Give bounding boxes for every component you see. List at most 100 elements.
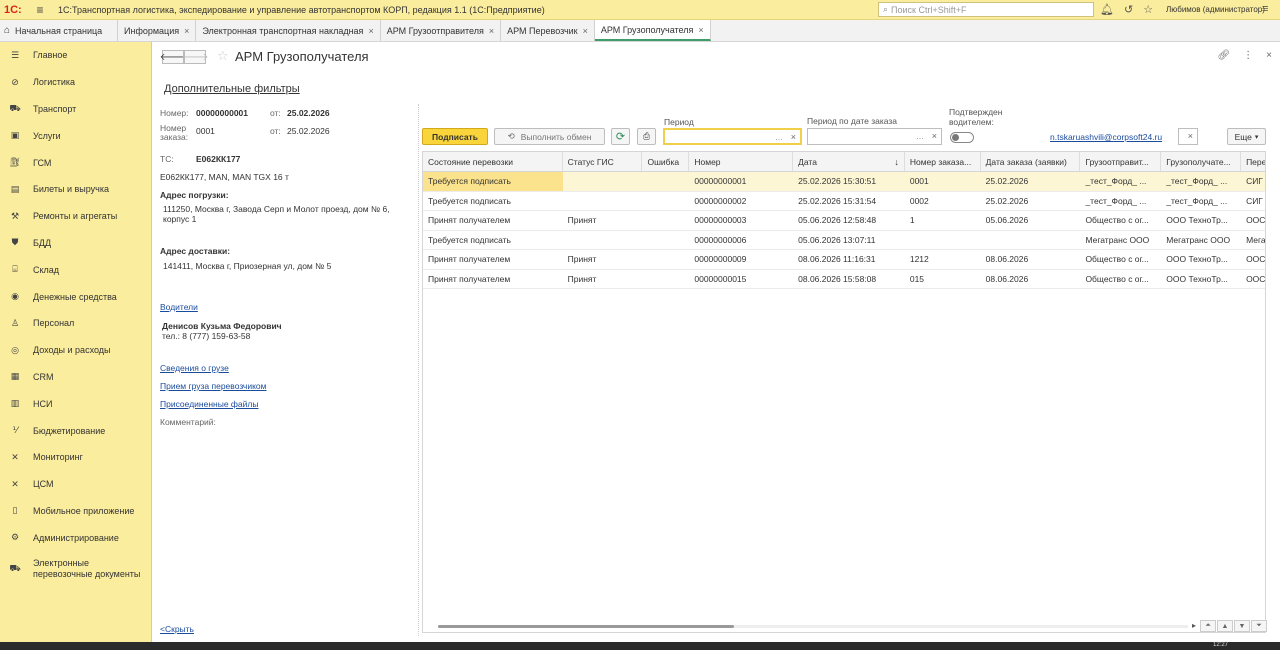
column-header[interactable]: Состояние перевозки — [423, 152, 563, 171]
column-header-date[interactable]: Дата ↓ — [793, 152, 905, 171]
email-link[interactable]: n.tskaruashvili@corpsoft24.ru — [1050, 132, 1162, 142]
sidebar-item-monitoring[interactable]: ✕ Мониторинг — [0, 444, 151, 471]
sidebar-item-bdd[interactable]: ⛊ БДД — [0, 230, 151, 257]
cargo-info-link[interactable]: Сведения о грузе — [160, 363, 229, 373]
close-icon[interactable]: × — [184, 26, 189, 36]
page-title: АРМ Грузополучателя — [235, 49, 369, 64]
panel-splitter[interactable] — [418, 104, 419, 636]
link-icon[interactable]: 🔗︎ — [1217, 50, 1230, 61]
book-icon: ▥ — [10, 398, 20, 409]
close-icon[interactable]: × — [698, 25, 703, 35]
tab-information[interactable]: Информация × — [118, 20, 197, 41]
sidebar-item-edocs[interactable]: ⛟ Электронные перевозочные документы — [0, 551, 151, 587]
sidebar-item-repairs[interactable]: ⚒ Ремонты и агрегаты — [0, 203, 151, 230]
next-page-icon[interactable]: ▼ — [1234, 620, 1250, 632]
table-cell: 00000000015 — [694, 273, 747, 284]
sidebar-item-admin[interactable]: ⚙ Администрирование — [0, 524, 151, 551]
sidebar-item-csm[interactable]: ✕ ЦСМ — [0, 471, 151, 498]
prev-page-icon[interactable]: ▲ — [1217, 620, 1233, 632]
table-row[interactable]: Требуется подписать 00000000006 05.06.2026… — [423, 231, 1265, 250]
favorite-star-icon[interactable]: ☆ — [217, 48, 229, 64]
table-row[interactable]: Принят получателем Принят 00000000015 08.06… — [423, 270, 1265, 289]
user-menu-icon[interactable]: ≡ — [1262, 3, 1268, 15]
app-logo: 1С: — [4, 3, 22, 16]
sidebar-item-budget[interactable]: ⅟ Бюджетирование — [0, 417, 151, 444]
horizontal-scrollbar[interactable]: ▸ — [422, 620, 1196, 632]
tab-home[interactable]: ⌂ Начальная страница — [0, 20, 118, 41]
history-icon[interactable]: ↺ — [1124, 3, 1133, 16]
close-window-icon[interactable]: × — [1266, 50, 1272, 61]
more-button[interactable]: Еще ▾ — [1227, 128, 1266, 145]
close-icon[interactable]: × — [583, 26, 588, 36]
table-cell: _тест_Форд_ ... — [1085, 176, 1147, 187]
refresh-button[interactable]: ⟳ — [611, 128, 630, 145]
table-row[interactable]: Принят получателем Принят 00000000009 08.06… — [423, 250, 1265, 270]
column-header[interactable]: Ошибка — [642, 152, 690, 171]
sidebar-item-transport[interactable]: ⛟ Транспорт — [0, 96, 151, 123]
column-header[interactable]: Номер — [689, 152, 794, 171]
column-header[interactable]: Номер заказа... — [905, 152, 981, 171]
table-row[interactable]: Требуется подписать 00000000002 25.02.2026… — [423, 192, 1265, 211]
scroll-thumb[interactable] — [438, 625, 734, 628]
email-filter-input[interactable]: × — [1178, 128, 1198, 145]
forward-button[interactable]: 🡒 — [182, 50, 208, 64]
more-options-icon[interactable]: ⋮ — [1243, 50, 1253, 61]
sidebar-item-income[interactable]: ◎ Доходы и расходы — [0, 337, 151, 364]
clear-icon[interactable]: × — [791, 132, 796, 142]
column-header[interactable]: Пере — [1241, 152, 1265, 171]
column-header[interactable]: Статус ГИС — [563, 152, 643, 171]
exchange-button[interactable]: ⟲ Выполнить обмен — [494, 128, 605, 145]
clear-icon[interactable]: × — [932, 131, 937, 141]
close-icon[interactable]: × — [368, 26, 373, 36]
sidebar-item-tickets[interactable]: ▤ Билеты и выручка — [0, 176, 151, 203]
sidebar-item-fuel[interactable]: ⛽︎ ГСМ — [0, 149, 151, 176]
sidebar-item-mobile[interactable]: ▯ Мобильное приложение — [0, 498, 151, 525]
drivers-link[interactable]: Водители — [160, 302, 198, 312]
hide-panel-link[interactable]: <Скрыть — [160, 624, 194, 634]
sidebar-item-personnel[interactable]: ♙ Персонал — [0, 310, 151, 337]
global-search-input[interactable]: ⌕ Поиск Ctrl+Shift+F — [878, 2, 1094, 17]
driver-confirmed-toggle[interactable] — [950, 132, 974, 143]
select-dots-icon[interactable]: … — [775, 133, 783, 142]
column-header[interactable]: Грузополучате... — [1161, 152, 1242, 171]
tab-arm-consignee[interactable]: АРМ Грузополучателя × — [594, 20, 711, 41]
tab-arm-shipper[interactable]: АРМ Грузоотправителя × — [380, 20, 502, 41]
sign-button[interactable]: Подписать — [422, 128, 488, 145]
phone-icon: ▯ — [12, 505, 18, 516]
column-header[interactable]: Дата заказа (заявки) — [981, 152, 1081, 171]
additional-filters-link[interactable]: Дополнительные фильтры — [164, 83, 300, 95]
period-input[interactable]: … × — [663, 128, 802, 145]
table-cell: 015 — [909, 273, 925, 284]
tab-arm-carrier[interactable]: АРМ Перевозчик × — [501, 20, 595, 41]
repair-icon: ⚒ — [10, 210, 20, 221]
bell-icon[interactable]: 🔔︎ — [1100, 3, 1114, 16]
table-row[interactable]: Требуется подписать 00000000001 25.02.2026… — [423, 172, 1265, 192]
sidebar-item-crm[interactable]: ▦ CRM — [0, 364, 151, 391]
sidebar-item-nsi[interactable]: ▥ НСИ — [0, 390, 151, 417]
scroll-right-icon[interactable]: ▸ — [1192, 621, 1196, 630]
sidebar-item-logistics[interactable]: ⊘ Логистика — [0, 69, 151, 96]
favorites-star-icon[interactable]: ☆ — [1143, 3, 1153, 16]
sidebar-item-warehouse[interactable]: ⌸ Склад — [0, 256, 151, 283]
column-header[interactable]: Грузоотправит... — [1080, 152, 1162, 171]
table-cell: 00000000001 — [694, 176, 747, 187]
sidebar-item-services[interactable]: ▣ Услуги — [0, 122, 151, 149]
period-order-input[interactable]: … × — [807, 128, 942, 145]
table-row[interactable]: Принят получателем Принят 00000000003 05.06… — [423, 211, 1265, 231]
sidebar-item-label: Доходы и расходы — [33, 345, 111, 356]
print-button[interactable]: ⎙ — [637, 128, 656, 145]
last-page-icon[interactable]: ⏷ — [1251, 620, 1267, 632]
select-dots-icon[interactable]: … — [916, 132, 924, 141]
sidebar-item-money[interactable]: ◉ Денежные средства — [0, 283, 151, 310]
carrier-acceptance-link[interactable]: Прием груза перевозчиком — [160, 381, 267, 391]
main-menu-icon[interactable]: ≡ — [32, 3, 48, 17]
close-icon[interactable]: × — [489, 26, 494, 36]
tab-label: Электронная транспортная накладная — [202, 25, 364, 36]
csm-icon: ✕ — [11, 478, 19, 489]
tab-electronic-waybill[interactable]: Электронная транспортная накладная × — [196, 20, 381, 41]
sidebar-item-main[interactable]: ☰ Главное — [0, 42, 151, 69]
clear-icon[interactable]: × — [1188, 131, 1193, 141]
attached-files-link[interactable]: Присоединенные файлы — [160, 399, 258, 409]
first-page-icon[interactable]: ⏶ — [1200, 620, 1216, 632]
current-user[interactable]: Любимов (администратор) — [1166, 5, 1265, 14]
